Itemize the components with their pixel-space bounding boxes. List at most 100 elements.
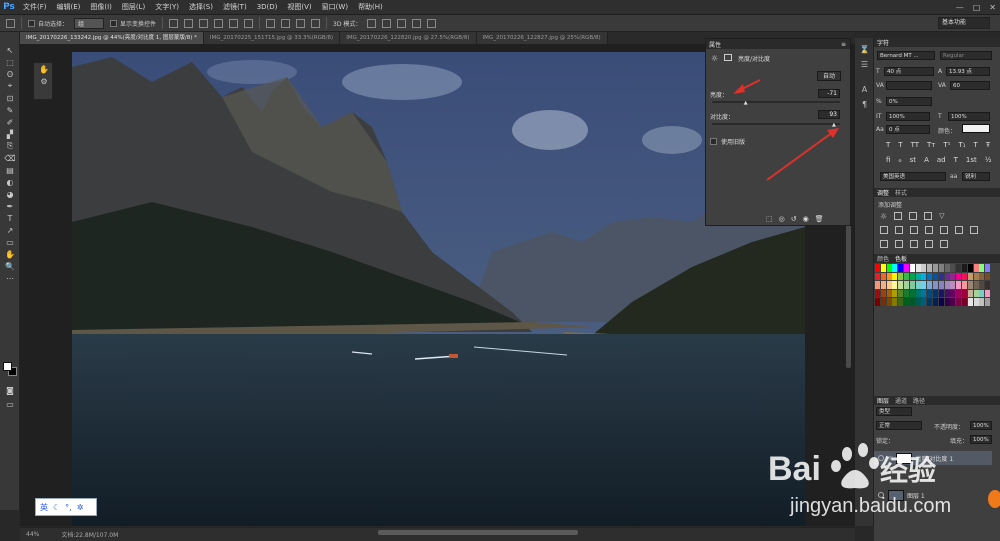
vibrance-icon[interactable] (880, 226, 888, 234)
color-swatch[interactable] (967, 289, 973, 297)
color-swatch[interactable] (909, 281, 915, 289)
color-swatch[interactable] (886, 281, 892, 289)
lookup-icon[interactable] (970, 226, 978, 234)
mixer-icon[interactable] (955, 226, 963, 234)
color-swatch[interactable] (927, 298, 933, 306)
color-swatch[interactable] (962, 298, 967, 306)
tab-paths[interactable]: 路径 (913, 396, 925, 405)
horizontal-scale-input[interactable]: 100% (948, 112, 990, 121)
color-swatch[interactable] (880, 281, 886, 289)
layer-mask-thumbnail[interactable] (896, 452, 913, 464)
distribute-icon[interactable] (266, 18, 276, 28)
tab-layers[interactable]: 图层 (877, 396, 889, 405)
tool-icon[interactable]: ⊡ (0, 92, 20, 104)
auto-select-checkbox[interactable] (28, 19, 35, 27)
color-swatch[interactable] (944, 264, 950, 272)
menu-item[interactable]: 文字(Y) (150, 0, 184, 15)
blend-mode-select[interactable]: 正常 (876, 421, 922, 430)
tsume-input[interactable]: 0% (886, 97, 932, 106)
color-swatch[interactable] (898, 298, 904, 306)
glyph-button[interactable]: ℴ (898, 156, 901, 164)
tool-icon[interactable]: T (0, 212, 20, 224)
color-swatch[interactable] (898, 289, 904, 297)
menu-item[interactable]: 图像(I) (85, 0, 117, 15)
eye-icon[interactable] (878, 492, 884, 498)
color-swatch[interactable] (967, 272, 973, 280)
antialias-select[interactable]: 锐利 (962, 172, 990, 181)
color-swatch[interactable] (944, 272, 950, 280)
show-transform-checkbox[interactable] (110, 19, 118, 27)
floating-badge[interactable] (988, 490, 1000, 508)
color-swatch[interactable] (938, 272, 944, 280)
menu-item[interactable]: 帮助(H) (353, 0, 388, 15)
color-swatch[interactable] (880, 264, 886, 272)
align-middle-icon[interactable] (184, 18, 194, 28)
menu-item[interactable]: 3D(D) (252, 0, 283, 15)
tool-icon[interactable]: ⬚ (0, 56, 20, 68)
glyph-button[interactable]: TT (911, 141, 919, 149)
color-swatch[interactable] (933, 289, 938, 297)
color-swatch[interactable] (927, 264, 933, 272)
color-swatch[interactable] (915, 289, 921, 297)
align-right-icon[interactable] (244, 18, 254, 28)
font-size-input[interactable]: 40 点 (884, 67, 934, 76)
color-swatch[interactable] (962, 272, 967, 280)
layer-filter-select[interactable]: 类型 (876, 407, 912, 416)
color-swatch[interactable] (915, 298, 921, 306)
color-swatch[interactable] (979, 289, 985, 297)
kerning-input[interactable] (886, 81, 932, 90)
align-top-icon[interactable] (169, 18, 179, 28)
color-swatch[interactable] (898, 281, 904, 289)
color-balance-icon[interactable] (910, 226, 918, 234)
color-swatch[interactable] (938, 298, 944, 306)
glyph-button[interactable]: Ŧ (986, 141, 990, 149)
color-swatch[interactable] (979, 264, 985, 272)
menu-item[interactable]: 选择(S) (184, 0, 218, 15)
color-swatch[interactable] (973, 289, 979, 297)
tracking-input[interactable]: 60 (950, 81, 990, 90)
color-swatch[interactable] (892, 298, 898, 306)
color-swatch[interactable] (892, 272, 898, 280)
layer-name[interactable]: 图层 1 (907, 491, 925, 500)
font-style-select[interactable]: Regular (940, 51, 992, 60)
color-swatch[interactable] (973, 272, 979, 280)
reset-icon[interactable]: ↺ (791, 215, 797, 223)
color-swatch[interactable] (892, 289, 898, 297)
layer-name[interactable]: 亮度/对比度 1 (915, 454, 953, 463)
tool-icon[interactable]: ✐ (0, 116, 20, 128)
delete-icon[interactable]: 🗑 (815, 215, 824, 223)
color-swatch[interactable] (921, 281, 927, 289)
document-tab[interactable]: IMG_20170225_151715.jpg @ 33.3%(RGB/8) (203, 32, 341, 44)
document-size[interactable]: 文档:22.8M/107.0M (61, 530, 118, 539)
color-swatch[interactable] (967, 264, 973, 272)
rotate-3d-icon[interactable] (367, 18, 377, 28)
punctuation-icon[interactable]: °, (65, 503, 72, 512)
tool-icon[interactable]: ʘ (0, 68, 20, 80)
quick-mask-icon[interactable]: ◙ (0, 384, 20, 396)
document-tab[interactable]: IMG_20170226_133242.jpg @ 44%(亮度/对比度 1, … (20, 32, 204, 44)
color-swatch[interactable] (875, 264, 880, 272)
tool-icon[interactable]: ⎘ (0, 140, 20, 152)
color-swatch[interactable] (898, 264, 904, 272)
screen-mode-icon[interactable]: ▭ (0, 398, 20, 410)
color-swatch[interactable] (962, 281, 967, 289)
tool-icon[interactable]: ▤ (0, 164, 20, 176)
history-icon[interactable]: ⌛ (855, 42, 874, 57)
color-swatch[interactable] (962, 264, 967, 272)
view-previous-icon[interactable]: ◎ (779, 215, 785, 223)
color-swatch[interactable] (880, 289, 886, 297)
color-swatch[interactable] (886, 289, 892, 297)
color-swatch[interactable] (909, 264, 915, 272)
roll-3d-icon[interactable] (382, 18, 392, 28)
tool-icon[interactable]: 🔍 (0, 260, 20, 272)
posterize-icon[interactable] (895, 240, 903, 248)
align-center-icon[interactable] (229, 18, 239, 28)
glyph-button[interactable]: 1st (966, 156, 977, 164)
color-swatch[interactable] (892, 281, 898, 289)
color-swatch[interactable] (956, 272, 962, 280)
glyph-button[interactable]: Tт (927, 141, 935, 149)
color-swatch[interactable] (979, 281, 985, 289)
fill-input[interactable]: 100% (970, 435, 992, 444)
tool-icon[interactable]: ⌫ (0, 152, 20, 164)
font-family-select[interactable]: Bernard MT ... (877, 51, 935, 60)
